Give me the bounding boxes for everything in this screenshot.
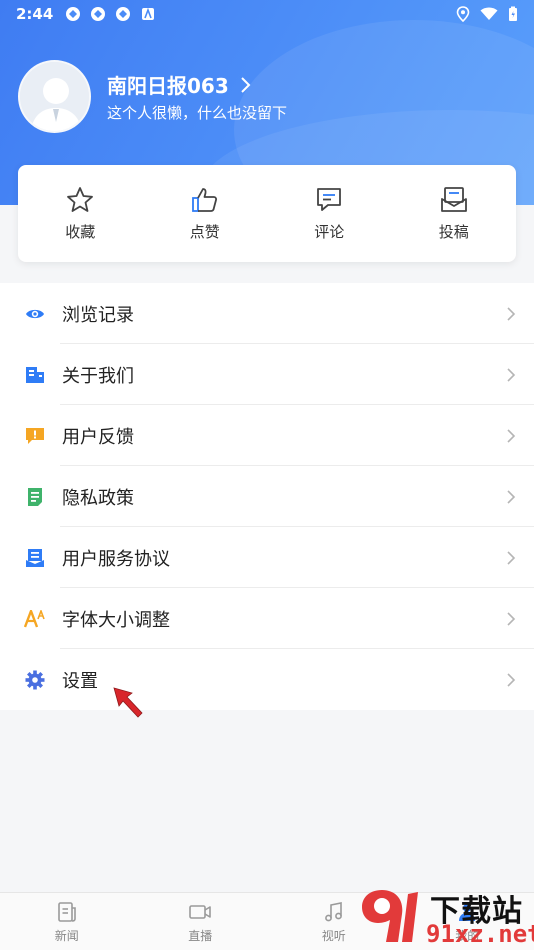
menu-label: 用户服务协议: [62, 548, 170, 570]
site-watermark: 下载站 91xz.net: [360, 884, 534, 950]
wifi-icon: [480, 7, 498, 20]
comment-icon: [317, 188, 342, 211]
avatar[interactable]: [18, 60, 91, 133]
gear-icon: [25, 670, 45, 689]
comments-label: 评论: [314, 223, 345, 241]
menu-label: 字体大小调整: [62, 609, 170, 631]
battery-icon: [509, 6, 517, 21]
feedback-icon: [26, 427, 44, 444]
menu-item-about[interactable]: 关于我们: [0, 344, 534, 405]
user-signature: 这个人很懒，什么也没留下: [107, 104, 288, 122]
agreement-icon: [26, 548, 44, 567]
tab-live[interactable]: 直播: [134, 893, 268, 950]
video-icon: [189, 904, 212, 919]
menu-item-feedback[interactable]: 用户反馈: [0, 405, 534, 466]
menu-item-agreement[interactable]: 用户服务协议: [0, 527, 534, 588]
submissions-button[interactable]: 投稿: [392, 165, 517, 262]
notification-icon: [116, 7, 131, 21]
status-time: 2:44: [16, 5, 54, 23]
thumbs-up-icon: [191, 188, 217, 212]
watermark-url: 91xz.net: [426, 920, 534, 948]
menu-item-privacy[interactable]: 隐私政策: [0, 466, 534, 527]
tab-label: 直播: [188, 928, 213, 943]
chevron-right-icon: [507, 672, 516, 687]
menu-item-settings[interactable]: 设置: [0, 649, 534, 710]
menu-label: 用户反馈: [62, 426, 134, 448]
notification-icon: [66, 7, 81, 21]
username-link[interactable]: 南阳日报063: [107, 70, 251, 99]
tab-label: 新闻: [54, 928, 79, 943]
location-icon: [456, 6, 470, 22]
menu-item-history[interactable]: 浏览记录: [0, 283, 534, 344]
building-icon: [26, 366, 44, 383]
app-notification-icon: [142, 7, 155, 20]
submit-icon: [440, 187, 467, 212]
favorites-label: 收藏: [65, 223, 96, 241]
chevron-right-icon: [507, 489, 516, 504]
submissions-label: 投稿: [438, 223, 469, 241]
chevron-right-icon: [507, 611, 516, 626]
likes-label: 点赞: [189, 223, 220, 241]
username: 南阳日报063: [107, 74, 229, 98]
settings-menu: 浏览记录 关于我们 用户反馈 隐私政策 用户服务协议 字体大小调整 设置: [0, 283, 534, 710]
document-icon: [28, 487, 42, 506]
news-icon: [57, 901, 76, 922]
menu-label: 关于我们: [62, 365, 134, 387]
chevron-right-icon: [507, 428, 516, 443]
eye-icon: [26, 309, 44, 318]
status-bar: 2:44: [0, 0, 534, 28]
chevron-right-icon: [241, 76, 251, 93]
chevron-right-icon: [507, 306, 516, 321]
chevron-right-icon: [507, 367, 516, 382]
chevron-right-icon: [507, 550, 516, 565]
notification-icon: [91, 7, 106, 21]
menu-label: 隐私政策: [62, 487, 134, 509]
menu-item-font-size[interactable]: 字体大小调整: [0, 588, 534, 649]
red-arrow-pointer-icon: [113, 687, 143, 718]
action-card: 收藏 点赞 评论 投稿: [18, 165, 516, 262]
music-icon: [324, 901, 342, 921]
tab-label: 视听: [321, 928, 346, 943]
menu-label: 设置: [62, 670, 98, 692]
menu-label: 浏览记录: [62, 304, 134, 326]
font-size-icon: [24, 609, 45, 627]
watermark-logo-icon: [362, 890, 418, 942]
likes-button[interactable]: 点赞: [143, 165, 268, 262]
star-icon: [67, 187, 94, 212]
favorites-button[interactable]: 收藏: [18, 165, 143, 262]
tab-news[interactable]: 新闻: [0, 893, 134, 950]
comments-button[interactable]: 评论: [267, 165, 392, 262]
